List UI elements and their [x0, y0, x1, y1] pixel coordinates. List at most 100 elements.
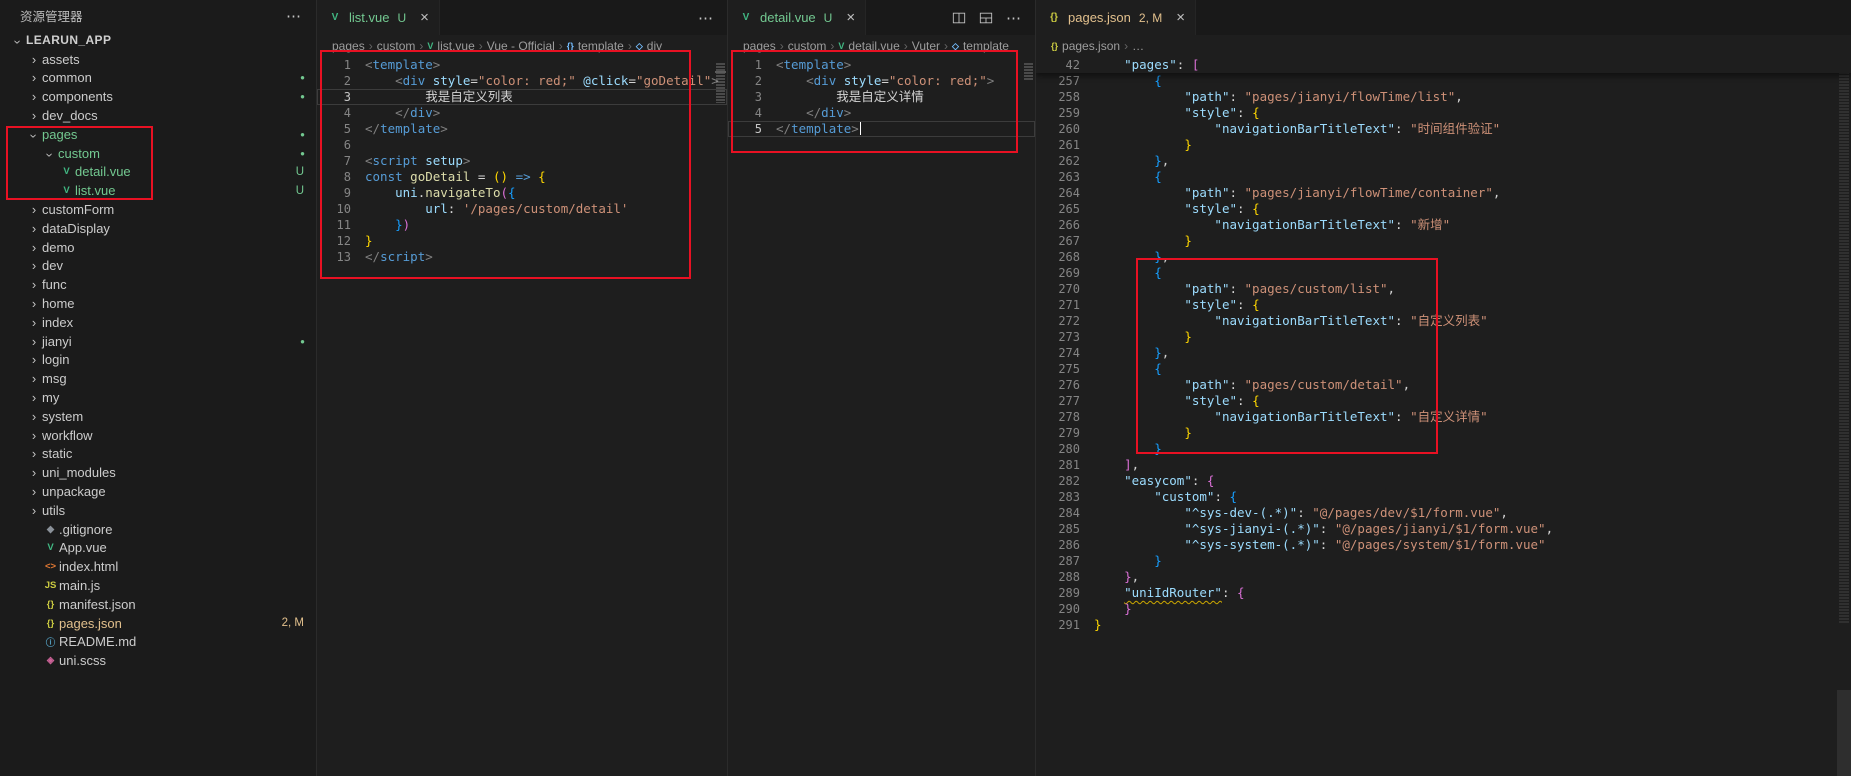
code-line-272[interactable]: 272 "navigationBarTitleText": "自定义列表"	[1036, 313, 1851, 329]
code-line-263[interactable]: 263 {	[1036, 169, 1851, 185]
code-line-9[interactable]: 9 uni.navigateTo({	[317, 185, 727, 201]
code-editor[interactable]: 42 "pages": [ 257 {258 "path": "pages/ji…	[1036, 57, 1851, 776]
close-icon[interactable]: ×	[846, 10, 855, 25]
code-line-261[interactable]: 261 }	[1036, 137, 1851, 153]
breadcrumb-item-template[interactable]: {}template	[567, 39, 624, 53]
code-line-262[interactable]: 262 },	[1036, 153, 1851, 169]
tab-detail.vue[interactable]: Vdetail.vueU×	[728, 0, 866, 35]
code-line-258[interactable]: 258 "path": "pages/jianyi/flowTime/list"…	[1036, 89, 1851, 105]
breadcrumb-item-Vuter[interactable]: Vuter	[912, 39, 940, 53]
breadcrumb-item-pages[interactable]: pages	[743, 39, 776, 53]
code-line-282[interactable]: 282 "easycom": {	[1036, 473, 1851, 489]
file-pages.json[interactable]: {}pages.json2, M	[0, 614, 316, 633]
folder-unpackage[interactable]: ›unpackage	[0, 482, 316, 501]
folder-static[interactable]: ›static	[0, 445, 316, 464]
file-detail.vue[interactable]: Vdetail.vueU	[0, 163, 316, 182]
code-line-286[interactable]: 286 "^sys-system-(.*)": "@/pages/system/…	[1036, 537, 1851, 553]
code-line-2[interactable]: 2 <div style="color: red;" @click="goDet…	[317, 73, 727, 89]
close-icon[interactable]: ×	[420, 10, 429, 25]
code-line-268[interactable]: 268 },	[1036, 249, 1851, 265]
code-line-5[interactable]: 5</template>	[728, 121, 1035, 137]
code-line-265[interactable]: 265 "style": {	[1036, 201, 1851, 217]
tab-pages.json[interactable]: {}pages.json2, M×	[1036, 0, 1196, 35]
code-line-260[interactable]: 260 "navigationBarTitleText": "时间组件验证"	[1036, 121, 1851, 137]
folder-dev[interactable]: ›dev	[0, 257, 316, 276]
breadcrumb-item-…[interactable]: …	[1132, 39, 1144, 53]
folder-assets[interactable]: ›assets	[0, 50, 316, 69]
folder-index[interactable]: ›index	[0, 313, 316, 332]
code-line-6[interactable]: 6	[317, 137, 727, 153]
file-list.vue[interactable]: Vlist.vueU	[0, 181, 316, 200]
code-line-3[interactable]: 3 我是自定义详情	[728, 89, 1035, 105]
code-line-10[interactable]: 10 url: '/pages/custom/detail'	[317, 201, 727, 217]
breadcrumb-item-detail.vue[interactable]: Vdetail.vue	[838, 39, 899, 53]
folder-dataDisplay[interactable]: ›dataDisplay	[0, 219, 316, 238]
folder-dev_docs[interactable]: ›dev_docs	[0, 106, 316, 125]
code-editor[interactable]: 1<template>2 <div style="color: red;">3 …	[728, 57, 1035, 776]
folder-msg[interactable]: ›msg	[0, 369, 316, 388]
code-line-1[interactable]: 1<template>	[728, 57, 1035, 73]
more-actions-icon[interactable]: ⋯	[286, 7, 302, 25]
folder-LEARUN_APP[interactable]: ›LEARUN_APP	[0, 31, 316, 50]
folder-utils[interactable]: ›utils	[0, 501, 316, 520]
code-line-7[interactable]: 7<script setup>	[317, 153, 727, 169]
code-line-276[interactable]: 276 "path": "pages/custom/detail",	[1036, 377, 1851, 393]
code-line-4[interactable]: 4 </div>	[728, 105, 1035, 121]
code-line-281[interactable]: 281 ],	[1036, 457, 1851, 473]
code-line-280[interactable]: 280 }	[1036, 441, 1851, 457]
file-manifest.json[interactable]: {}manifest.json	[0, 595, 316, 614]
code-line-12[interactable]: 12}	[317, 233, 727, 249]
code-line-271[interactable]: 271 "style": {	[1036, 297, 1851, 313]
scrollbar-thumb[interactable]	[1837, 690, 1851, 776]
code-line-270[interactable]: 270 "path": "pages/custom/list",	[1036, 281, 1851, 297]
breadcrumb-item-pages.json[interactable]: {}pages.json	[1051, 39, 1120, 53]
code-line-277[interactable]: 277 "style": {	[1036, 393, 1851, 409]
code-line-264[interactable]: 264 "path": "pages/jianyi/flowTime/conta…	[1036, 185, 1851, 201]
code-line-267[interactable]: 267 }	[1036, 233, 1851, 249]
close-icon[interactable]: ×	[1176, 10, 1185, 25]
sticky-scroll-line[interactable]: 42 "pages": [	[1036, 57, 1851, 73]
code-line-269[interactable]: 269 {	[1036, 265, 1851, 281]
tab-list.vue[interactable]: Vlist.vueU×	[317, 0, 440, 35]
code-line-290[interactable]: 290 }	[1036, 601, 1851, 617]
code-line-1[interactable]: 1<template>	[317, 57, 727, 73]
code-line-8[interactable]: 8const goDetail = () => {	[317, 169, 727, 185]
code-line-287[interactable]: 287 }	[1036, 553, 1851, 569]
file-App.vue[interactable]: VApp.vue	[0, 539, 316, 558]
code-line-266[interactable]: 266 "navigationBarTitleText": "新增"	[1036, 217, 1851, 233]
breadcrumb-item-Vue - Official[interactable]: Vue - Official	[487, 39, 555, 53]
breadcrumb-item-div[interactable]: ◇div	[636, 39, 662, 53]
more-actions-icon[interactable]: ⋯	[698, 9, 714, 27]
code-line-283[interactable]: 283 "custom": {	[1036, 489, 1851, 505]
breadcrumb-item-list.vue[interactable]: Vlist.vue	[427, 39, 474, 53]
code-line-279[interactable]: 279 }	[1036, 425, 1851, 441]
folder-custom[interactable]: ›custom●	[0, 144, 316, 163]
code-line-4[interactable]: 4 </div>	[317, 105, 727, 121]
code-line-274[interactable]: 274 },	[1036, 345, 1851, 361]
folder-uni_modules[interactable]: ›uni_modules	[0, 463, 316, 482]
folder-home[interactable]: ›home	[0, 294, 316, 313]
more-actions-icon[interactable]: ⋯	[1006, 9, 1022, 27]
code-line-278[interactable]: 278 "navigationBarTitleText": "自定义详情"	[1036, 409, 1851, 425]
minimap[interactable]	[1021, 57, 1035, 776]
code-line-273[interactable]: 273 }	[1036, 329, 1851, 345]
code-line-13[interactable]: 13</script>	[317, 249, 727, 265]
code-line-2[interactable]: 2 <div style="color: red;">	[728, 73, 1035, 89]
folder-common[interactable]: ›common●	[0, 69, 316, 88]
minimap[interactable]	[713, 57, 727, 776]
toggle-layout-icon[interactable]	[979, 11, 993, 25]
code-line-285[interactable]: 285 "^sys-jianyi-(.*)": "@/pages/jianyi/…	[1036, 521, 1851, 537]
minimap[interactable]	[1837, 57, 1851, 776]
code-line-291[interactable]: 291}	[1036, 617, 1851, 633]
code-editor[interactable]: 1<template>2 <div style="color: red;" @c…	[317, 57, 727, 776]
file-uni.scss[interactable]: ◈uni.scss	[0, 651, 316, 670]
folder-system[interactable]: ›system	[0, 407, 316, 426]
breadcrumb-item-custom[interactable]: custom	[377, 39, 416, 53]
folder-pages[interactable]: ›pages●	[0, 125, 316, 144]
code-line-259[interactable]: 259 "style": {	[1036, 105, 1851, 121]
code-line-11[interactable]: 11 })	[317, 217, 727, 233]
code-line-275[interactable]: 275 {	[1036, 361, 1851, 377]
code-line-3[interactable]: 3 我是自定义列表	[317, 89, 727, 105]
folder-my[interactable]: ›my	[0, 388, 316, 407]
folder-components[interactable]: ›components●	[0, 87, 316, 106]
